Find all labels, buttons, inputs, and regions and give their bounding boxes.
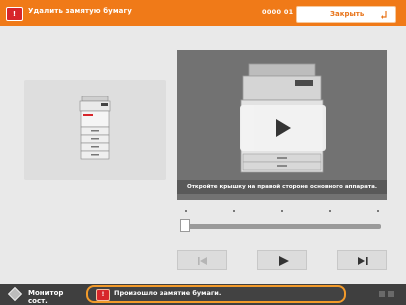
play-icon xyxy=(279,256,289,266)
error-code: 0000 01 xyxy=(262,8,294,16)
previous-button[interactable] xyxy=(177,250,227,270)
status-monitor-icon xyxy=(7,286,23,302)
error-icon: ! xyxy=(96,289,110,301)
slider-tick xyxy=(377,210,379,212)
printer-location-panel xyxy=(24,80,166,180)
slider-tick xyxy=(185,210,187,212)
status-monitor-button[interactable]: Монитор сост. xyxy=(4,286,80,305)
play-button[interactable] xyxy=(257,250,307,270)
status-monitor-label: Монитор сост. xyxy=(28,289,64,305)
play-icon xyxy=(276,119,291,137)
return-arrow-icon xyxy=(381,11,387,19)
error-message: Произошло замятие бумаги. xyxy=(114,289,222,297)
skip-back-icon xyxy=(198,257,207,265)
slider-thumb[interactable] xyxy=(180,219,190,232)
video-progress-slider[interactable] xyxy=(177,205,387,245)
slider-tick xyxy=(281,210,283,212)
close-button[interactable]: Закрыть xyxy=(296,6,396,23)
slider-tick xyxy=(233,210,235,212)
error-icon: ! xyxy=(6,7,23,21)
next-button[interactable] xyxy=(337,250,387,270)
close-button-label: Закрыть xyxy=(330,10,365,18)
slider-tick xyxy=(329,210,331,212)
status-bar: Монитор сост. ! Произошло замятие бумаги… xyxy=(0,284,406,305)
page-title: Удалить замятую бумагу xyxy=(28,7,132,15)
skip-forward-icon xyxy=(358,257,368,265)
status-indicator-icon xyxy=(378,289,398,299)
printer-icon xyxy=(79,96,111,160)
slider-track[interactable] xyxy=(183,224,381,229)
video-play-overlay[interactable] xyxy=(240,105,326,151)
title-bar: ! Удалить замятую бумагу 0000 01 Закрыть xyxy=(0,0,406,26)
instruction-video[interactable]: Откройте крышку на правой стороне основн… xyxy=(177,50,387,200)
video-caption: Откройте крышку на правой стороне основн… xyxy=(177,180,387,194)
error-message-bar[interactable]: ! Произошло замятие бумаги. xyxy=(86,285,346,303)
